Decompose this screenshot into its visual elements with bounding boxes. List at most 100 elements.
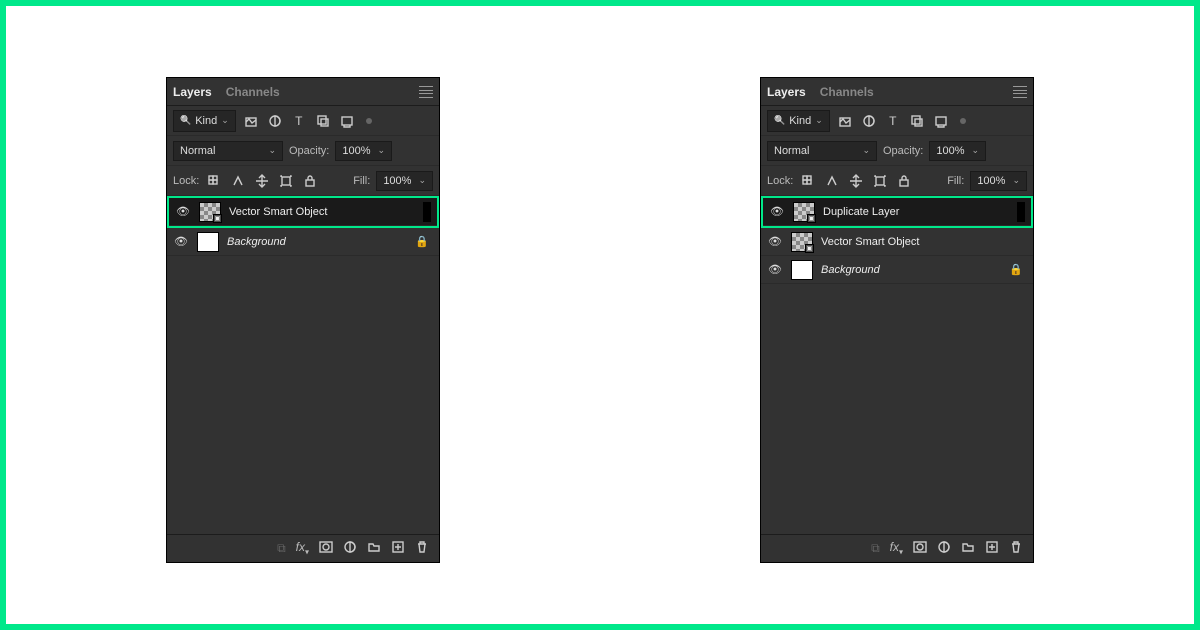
lock-image-icon[interactable] <box>229 172 247 190</box>
fx-icon[interactable]: fx▾ <box>890 540 903 556</box>
layers-panel-right: Layers Channels Kind ⌄ T Normal ⌄ <box>761 78 1033 562</box>
lock-all-icon[interactable] <box>301 172 319 190</box>
adjustment-icon[interactable] <box>937 540 951 557</box>
smart-object-badge-icon: ▣ <box>805 244 814 253</box>
layer-thumbnail[interactable]: ▣ <box>793 202 815 222</box>
panel-tabs: Layers Channels <box>167 78 439 106</box>
blend-mode-value: Normal <box>180 145 215 157</box>
lock-transparency-icon[interactable] <box>799 172 817 190</box>
chevron-down-icon: ⌄ <box>221 115 229 126</box>
filter-shape-icon[interactable] <box>314 112 332 130</box>
adjustment-icon[interactable] <box>343 540 357 557</box>
filter-type-icon[interactable]: T <box>290 112 308 130</box>
fill-input[interactable]: 100% ⌄ <box>970 171 1027 191</box>
layer-name[interactable]: Vector Smart Object <box>821 236 1027 248</box>
delete-icon[interactable] <box>415 540 429 557</box>
layer-color-tag <box>1017 202 1025 222</box>
fill-input[interactable]: 100% ⌄ <box>376 171 433 191</box>
mask-icon[interactable] <box>319 540 333 557</box>
chevron-down-icon: ⌄ <box>418 175 426 186</box>
opacity-input[interactable]: 100% ⌄ <box>335 141 392 161</box>
lock-transparency-icon[interactable] <box>205 172 223 190</box>
opacity-value: 100% <box>936 145 964 157</box>
tab-layers[interactable]: Layers <box>767 79 806 105</box>
filter-shape-icon[interactable] <box>908 112 926 130</box>
group-icon[interactable] <box>961 540 975 557</box>
tab-layers[interactable]: Layers <box>173 79 212 105</box>
panel-footer: ⧉ fx▾ <box>167 534 439 562</box>
opacity-label: Opacity: <box>289 145 329 157</box>
layer-color-tag <box>423 202 431 222</box>
blend-mode-select[interactable]: Normal ⌄ <box>767 141 877 161</box>
chevron-down-icon: ⌄ <box>972 145 980 156</box>
filter-type-icon[interactable]: T <box>884 112 902 130</box>
panel-footer: ⧉ fx▾ <box>761 534 1033 562</box>
filter-pixel-icon[interactable] <box>836 112 854 130</box>
opacity-label: Opacity: <box>883 145 923 157</box>
layer-thumbnail[interactable]: ▣ <box>199 202 221 222</box>
layer-name[interactable]: Background <box>227 236 407 248</box>
lock-all-icon[interactable] <box>895 172 913 190</box>
filter-toggle-icon[interactable] <box>960 118 966 124</box>
filter-adjust-icon[interactable] <box>266 112 284 130</box>
opacity-input[interactable]: 100% ⌄ <box>929 141 986 161</box>
layer-row[interactable]: 👁 ▣ Vector Smart Object <box>761 228 1033 256</box>
layer-name[interactable]: Duplicate Layer <box>823 206 1009 218</box>
filter-kind-select[interactable]: Kind ⌄ <box>173 110 236 132</box>
blend-mode-select[interactable]: Normal ⌄ <box>173 141 283 161</box>
mask-icon[interactable] <box>913 540 927 557</box>
layer-thumbnail[interactable] <box>791 260 813 280</box>
chevron-down-icon: ⌄ <box>862 145 870 156</box>
layer-row[interactable]: 👁 ▣ Vector Smart Object <box>169 198 437 226</box>
blend-mode-value: Normal <box>774 145 809 157</box>
panel-tabs: Layers Channels <box>761 78 1033 106</box>
layers-list: 👁 ▣ Duplicate Layer 👁 ▣ Vector Smart Obj… <box>761 196 1033 534</box>
panel-menu-icon[interactable] <box>1013 86 1027 98</box>
fx-icon[interactable]: fx▾ <box>296 540 309 556</box>
visibility-icon[interactable]: 👁 <box>769 205 785 218</box>
new-layer-icon[interactable] <box>391 540 405 557</box>
lock-label: Lock: <box>767 175 793 187</box>
layer-thumbnail[interactable]: ▣ <box>791 232 813 252</box>
layer-thumbnail[interactable] <box>197 232 219 252</box>
lock-image-icon[interactable] <box>823 172 841 190</box>
fill-value: 100% <box>977 175 1005 187</box>
group-icon[interactable] <box>367 540 381 557</box>
filter-smart-icon[interactable] <box>338 112 356 130</box>
layers-list: 👁 ▣ Vector Smart Object 👁 Background 🔒 <box>167 196 439 534</box>
blend-row: Normal ⌄ Opacity: 100% ⌄ <box>761 136 1033 166</box>
lock-artboard-icon[interactable] <box>277 172 295 190</box>
delete-icon[interactable] <box>1009 540 1023 557</box>
visibility-icon[interactable]: 👁 <box>767 235 783 248</box>
layer-row[interactable]: 👁 ▣ Duplicate Layer <box>763 198 1031 226</box>
lock-position-icon[interactable] <box>847 172 865 190</box>
lock-icon[interactable]: 🔒 <box>415 235 433 248</box>
visibility-icon[interactable]: 👁 <box>767 263 783 276</box>
smart-object-badge-icon: ▣ <box>213 214 222 223</box>
layer-name[interactable]: Background <box>821 264 1001 276</box>
blend-row: Normal ⌄ Opacity: 100% ⌄ <box>167 136 439 166</box>
lock-icon[interactable]: 🔒 <box>1009 263 1027 276</box>
filter-adjust-icon[interactable] <box>860 112 878 130</box>
link-layers-icon[interactable]: ⧉ <box>871 541 880 556</box>
layer-row[interactable]: 👁 Background 🔒 <box>167 228 439 256</box>
chevron-down-icon: ⌄ <box>815 115 823 126</box>
link-layers-icon[interactable]: ⧉ <box>277 541 286 556</box>
tab-channels[interactable]: Channels <box>820 79 874 105</box>
filter-kind-label: Kind <box>789 115 811 127</box>
visibility-icon[interactable]: 👁 <box>175 205 191 218</box>
filter-pixel-icon[interactable] <box>242 112 260 130</box>
lock-artboard-icon[interactable] <box>871 172 889 190</box>
panel-menu-icon[interactable] <box>419 86 433 98</box>
lock-position-icon[interactable] <box>253 172 271 190</box>
layer-row[interactable]: 👁 Background 🔒 <box>761 256 1033 284</box>
filter-kind-select[interactable]: Kind ⌄ <box>767 110 830 132</box>
filter-toggle-icon[interactable] <box>366 118 372 124</box>
layer-name[interactable]: Vector Smart Object <box>229 206 415 218</box>
new-layer-icon[interactable] <box>985 540 999 557</box>
filter-smart-icon[interactable] <box>932 112 950 130</box>
visibility-icon[interactable]: 👁 <box>173 235 189 248</box>
tab-channels[interactable]: Channels <box>226 79 280 105</box>
opacity-value: 100% <box>342 145 370 157</box>
filter-row: Kind ⌄ T <box>167 106 439 136</box>
